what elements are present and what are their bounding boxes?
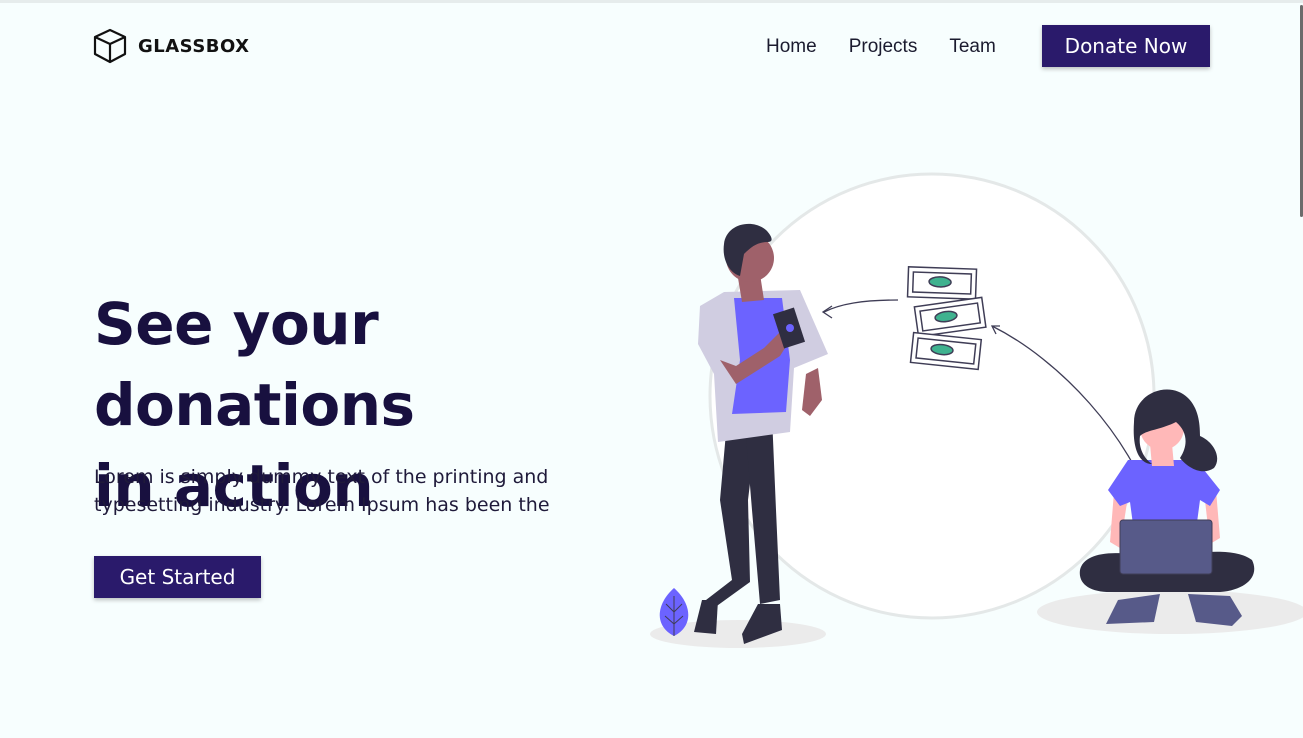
main-nav: Home Projects Team [766, 36, 1028, 58]
nav-home-link[interactable]: Home [766, 36, 817, 58]
hero-description: Lorem is simply dummy text of the printi… [94, 463, 554, 519]
hero-description-line-1: Lorem is simply dummy text of the printi… [94, 466, 549, 488]
woman-shadow [1037, 590, 1303, 634]
donate-now-button[interactable]: Donate Now [1042, 25, 1210, 67]
cube-logo-icon [92, 28, 128, 64]
hero-description-line-2: typesetting industry. Lorem Ipsum has be… [94, 494, 550, 516]
money-bills-icon [906, 266, 987, 371]
nav-team-link[interactable]: Team [949, 36, 995, 58]
nav-projects-link[interactable]: Projects [849, 36, 918, 58]
get-started-button[interactable]: Get Started [94, 556, 261, 598]
hero-illustration [650, 172, 1303, 648]
hero-title-line-1: See your donations [94, 290, 415, 439]
top-border [0, 0, 1303, 3]
brand-name: GLASSBOX [138, 35, 250, 57]
logo[interactable]: GLASSBOX [92, 28, 250, 64]
